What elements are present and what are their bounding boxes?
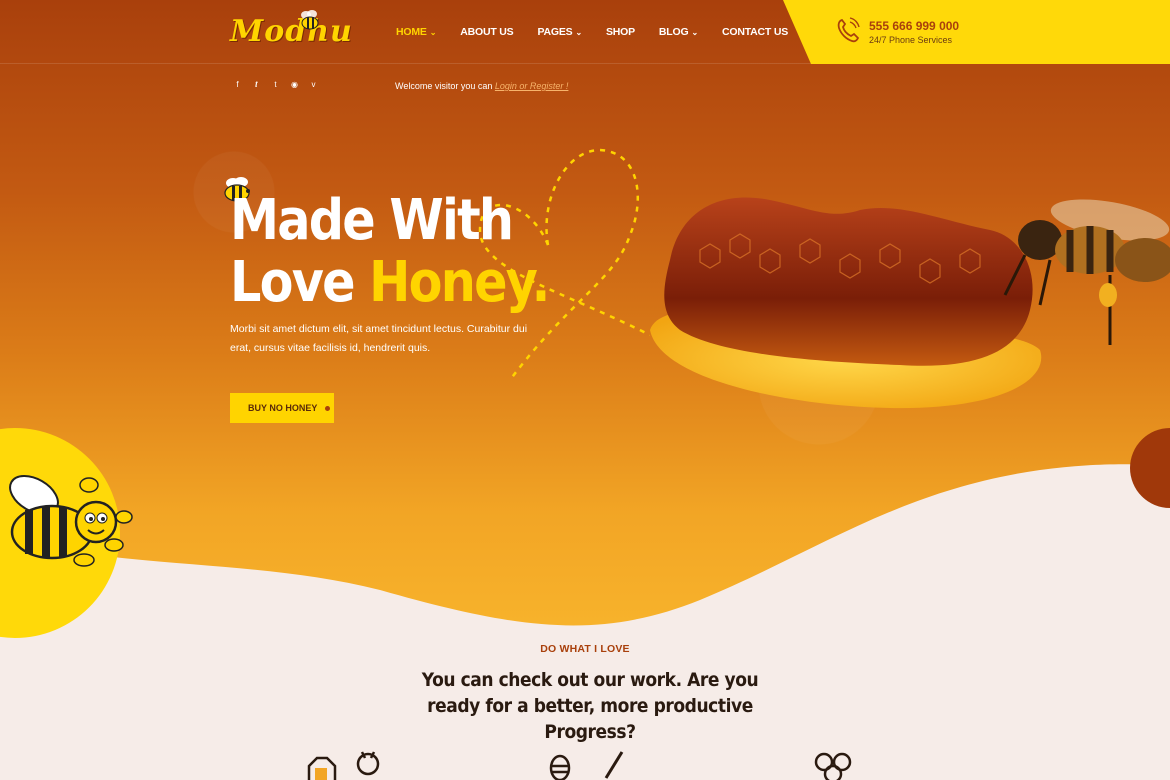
facebook-icon[interactable]: f xyxy=(234,80,241,90)
cartoon-bees-illustration xyxy=(9,475,133,567)
nav-label: BLOG xyxy=(658,26,689,38)
bee-icon xyxy=(549,754,571,780)
main-nav: HOME ⌄ ABOUT US PAGES ⌄ SHOP BLOG ⌄ CONT… xyxy=(396,26,812,38)
page: Modhu HOME ⌄ ABOUT US PAGES ⌄ SHOP BLOG … xyxy=(0,0,1170,780)
nav-label: ABOUT US xyxy=(460,26,514,38)
nav-label: HOME xyxy=(396,26,427,38)
nav-item-shop[interactable]: SHOP xyxy=(606,26,635,38)
phone-icon[interactable] xyxy=(836,17,860,43)
buy-button[interactable]: BUY NO HONEY xyxy=(230,393,334,423)
hero-title: Made With Love Honey. xyxy=(230,188,550,315)
nav-item-pages[interactable]: PAGES ⌄ xyxy=(537,26,582,38)
bee-outline-icon xyxy=(356,751,380,776)
nav-label: SHOP xyxy=(605,26,635,38)
bee-icon xyxy=(301,10,319,30)
honeycomb-image xyxy=(650,197,1170,409)
vimeo-icon[interactable]: v xyxy=(310,80,317,90)
buy-button-label: BUY NO HONEY xyxy=(248,403,318,413)
nav-item-home[interactable]: HOME ⌄ xyxy=(396,26,436,38)
phone-subtitle: 24/7 Phone Services xyxy=(869,35,953,45)
nav-item-contact-us[interactable]: CONTACT US xyxy=(722,26,788,38)
hero-title-plain: Love xyxy=(230,250,370,315)
phone-number[interactable]: 555 666 999 000 xyxy=(869,19,959,33)
flower-icon xyxy=(814,752,852,780)
nav-item-blog[interactable]: BLOG ⌄ xyxy=(659,26,698,38)
section-tag: DO WHAT I LOVE xyxy=(540,643,630,655)
hero-description: Morbi sit amet dictum elit, sit amet tin… xyxy=(230,323,528,354)
section-title: You can check out our work. Are you read… xyxy=(421,669,759,743)
hero-title-highlight: Honey. xyxy=(369,250,550,315)
pinterest-icon[interactable]: ◉ xyxy=(291,80,298,90)
welcome-text: Welcome visitor you can xyxy=(395,81,493,91)
logo[interactable]: Modhu xyxy=(230,14,353,49)
twitter-icon[interactable]: 𝒕 xyxy=(253,80,260,90)
chevron-down-icon: ⌄ xyxy=(691,27,698,37)
nav-item-about-us[interactable]: ABOUT US xyxy=(460,26,513,38)
hero-title-line2: Love Honey. xyxy=(230,250,550,315)
social-links: f 𝒕 t ◉ v xyxy=(234,80,317,90)
honey-jar-icon xyxy=(307,756,337,780)
dot-icon xyxy=(325,405,331,411)
chevron-down-icon: ⌄ xyxy=(429,27,437,37)
header: Modhu HOME ⌄ ABOUT US PAGES ⌄ SHOP BLOG … xyxy=(0,0,1170,64)
chevron-down-icon: ⌄ xyxy=(575,27,582,37)
welcome-message: Welcome visitor you can Login or Registe… xyxy=(395,81,568,91)
login-register-link[interactable]: Login or Register ! xyxy=(495,81,569,91)
hero-title-line1: Made With xyxy=(230,188,514,253)
tumblr-icon[interactable]: t xyxy=(272,80,279,90)
nav-label: CONTACT US xyxy=(721,26,789,38)
nav-label: PAGES xyxy=(537,26,573,38)
honey-dipper-icon xyxy=(604,751,624,779)
